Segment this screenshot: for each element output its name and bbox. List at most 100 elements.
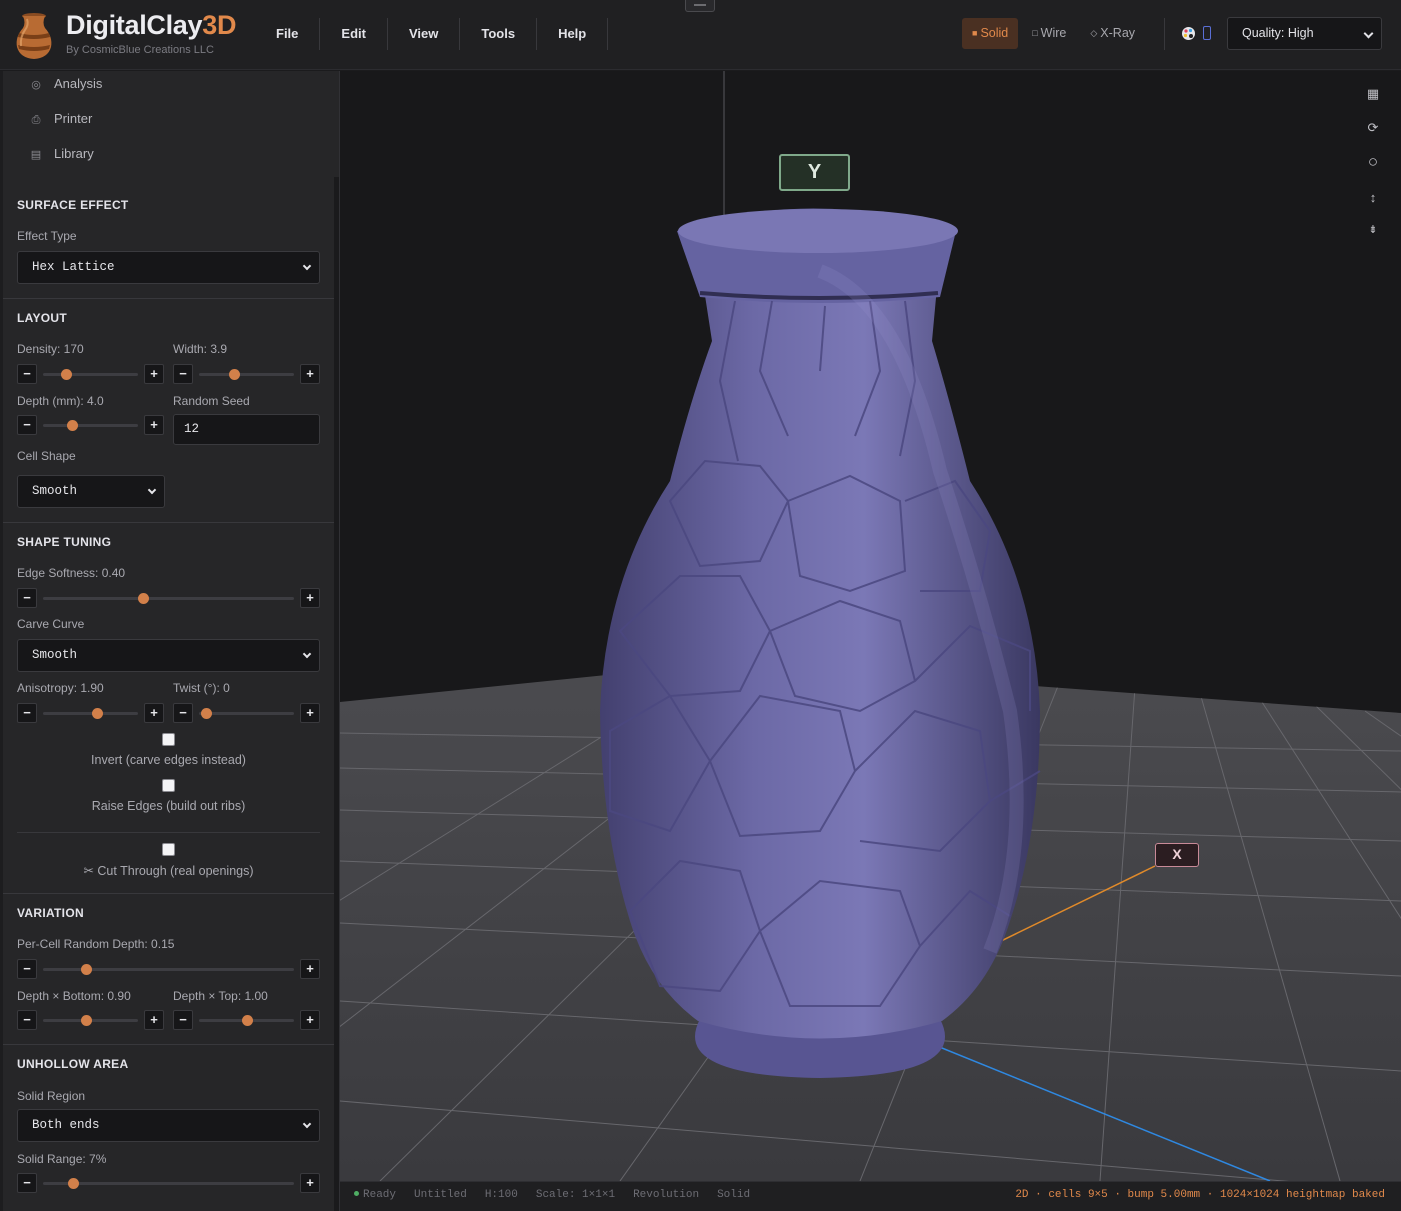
- slider-thumb[interactable]: [229, 369, 241, 380]
- nav-item-printer[interactable]: ⎙ Printer: [29, 107, 93, 131]
- slider-track[interactable]: [43, 373, 138, 376]
- 3d-viewport[interactable]: Y X ▦ ⟳ ○ ↕ ⇟: [340, 71, 1401, 1181]
- decrement-button[interactable]: −: [17, 959, 37, 979]
- slider-track[interactable]: [43, 712, 138, 715]
- view-mode-group: ■ Solid □ Wire ◇ X-Ray: [962, 18, 1145, 49]
- decrement-button[interactable]: −: [17, 1010, 37, 1030]
- slider-track[interactable]: [199, 712, 294, 715]
- decrement-button[interactable]: −: [173, 1010, 193, 1030]
- increment-button[interactable]: +: [144, 1010, 164, 1030]
- depth-label: Depth (mm): 4.0: [17, 394, 104, 408]
- anisotropy-stepper[interactable]: − +: [17, 703, 164, 723]
- menu-help[interactable]: Help: [536, 18, 609, 50]
- grid-toggle-icon[interactable]: ▦: [1364, 85, 1382, 103]
- random-seed-input[interactable]: 12: [173, 414, 320, 445]
- reset-rotation-icon[interactable]: ⟳: [1364, 119, 1382, 137]
- decrement-button[interactable]: −: [17, 588, 37, 608]
- raise-edges-label: Raise Edges (build out ribs): [91, 799, 246, 813]
- top-bar: DigitalClay3D By CosmicBlue Creations LL…: [0, 0, 1401, 70]
- diamond-outline-icon: ◇: [1090, 28, 1098, 38]
- carve-curve-select[interactable]: Smooth: [17, 639, 320, 672]
- scene-canvas[interactable]: [340, 71, 1401, 1181]
- depth-top-stepper[interactable]: − +: [173, 1010, 320, 1030]
- decrement-button[interactable]: −: [17, 415, 37, 435]
- slider-thumb[interactable]: [138, 593, 150, 604]
- slider-thumb[interactable]: [60, 369, 72, 380]
- toolbar-separator: [1164, 18, 1165, 50]
- invert-checkbox[interactable]: [162, 733, 175, 746]
- twist-label: Twist (°): 0: [173, 681, 230, 695]
- menu-bar: File Edit View Tools Help: [255, 18, 609, 50]
- status-right: 2D · cells 9×5 · bump 5.00mm · 1024×1024…: [1015, 1189, 1385, 1201]
- slider-thumb[interactable]: [200, 708, 212, 719]
- section-title: SHAPE TUNING: [17, 535, 112, 549]
- increment-button[interactable]: +: [144, 415, 164, 435]
- align-center-icon[interactable]: ⇟: [1364, 221, 1382, 239]
- solid-mode-button[interactable]: ■ Solid: [962, 18, 1019, 49]
- twist-stepper[interactable]: − +: [173, 703, 320, 723]
- increment-button[interactable]: +: [144, 364, 164, 384]
- quality-select[interactable]: Quality: High: [1227, 17, 1382, 50]
- slider-track[interactable]: [43, 1182, 294, 1185]
- vertical-fit-icon[interactable]: ↕: [1364, 189, 1382, 207]
- chevron-down-icon: [147, 485, 157, 495]
- slider-thumb[interactable]: [92, 708, 104, 719]
- width-label: Width: 3.9: [173, 342, 228, 356]
- increment-button[interactable]: +: [300, 364, 320, 384]
- chevron-down-icon: [1363, 28, 1374, 39]
- status-dot-icon: [354, 1191, 359, 1196]
- wire-mode-button[interactable]: □ Wire: [1022, 18, 1076, 49]
- slider-thumb[interactable]: [80, 1015, 92, 1026]
- cell-shape-select[interactable]: Smooth: [17, 475, 165, 508]
- nav-item-library[interactable]: ▤ Library: [29, 142, 94, 166]
- slider-track[interactable]: [43, 597, 294, 600]
- anisotropy-label: Anisotropy: 1.90: [17, 681, 104, 695]
- decrement-button[interactable]: −: [17, 703, 37, 723]
- depth-stepper[interactable]: − +: [17, 415, 164, 435]
- xray-mode-button[interactable]: ◇ X-Ray: [1080, 18, 1145, 49]
- effect-type-select[interactable]: Hex Lattice: [17, 251, 320, 284]
- increment-button[interactable]: +: [300, 1173, 320, 1193]
- cut-through-checkbox[interactable]: [162, 843, 175, 856]
- menu-file[interactable]: File: [255, 18, 319, 50]
- decrement-button[interactable]: −: [17, 364, 37, 384]
- increment-button[interactable]: +: [300, 959, 320, 979]
- decrement-button[interactable]: −: [173, 703, 193, 723]
- edge-softness-stepper[interactable]: − +: [17, 588, 320, 608]
- menu-view[interactable]: View: [386, 18, 459, 50]
- width-stepper[interactable]: − +: [173, 364, 320, 384]
- slider-thumb[interactable]: [241, 1015, 253, 1026]
- menu-edit[interactable]: Edit: [319, 18, 387, 50]
- raise-edges-checkbox[interactable]: [162, 779, 175, 792]
- filled-square-icon: ■: [972, 28, 978, 38]
- cell-shape-label: Cell Shape: [17, 449, 76, 463]
- sphere-view-icon[interactable]: ○: [1364, 153, 1382, 171]
- palette-icon[interactable]: [1181, 26, 1196, 41]
- slider-thumb[interactable]: [66, 420, 78, 431]
- density-stepper[interactable]: − +: [17, 364, 164, 384]
- increment-button[interactable]: +: [300, 588, 320, 608]
- window-grab-handle[interactable]: [685, 0, 715, 12]
- slider-track[interactable]: [43, 424, 138, 427]
- increment-button[interactable]: +: [300, 703, 320, 723]
- solid-range-stepper[interactable]: − +: [17, 1173, 320, 1193]
- depth-bottom-stepper[interactable]: − +: [17, 1010, 164, 1030]
- brand-subtitle: By CosmicBlue Creations LLC: [66, 44, 214, 56]
- chevron-down-icon: [302, 261, 312, 271]
- nav-item-analysis[interactable]: ◎ Analysis: [29, 72, 102, 96]
- effect-type-label: Effect Type: [17, 229, 77, 243]
- per-cell-depth-stepper[interactable]: − +: [17, 959, 320, 979]
- sidebar-scrollbar[interactable]: [334, 177, 339, 1211]
- decrement-button[interactable]: −: [173, 364, 193, 384]
- decrement-button[interactable]: −: [17, 1173, 37, 1193]
- solid-region-select[interactable]: Both ends: [17, 1109, 320, 1142]
- solid-region-label: Solid Region: [17, 1089, 86, 1103]
- increment-button[interactable]: +: [300, 1010, 320, 1030]
- slider-thumb[interactable]: [68, 1178, 80, 1189]
- variation-section: VARIATION Per-Cell Random Depth: 0.15 − +…: [3, 893, 334, 1044]
- menu-tools[interactable]: Tools: [459, 18, 536, 50]
- device-preview-icon[interactable]: [1203, 26, 1211, 40]
- increment-button[interactable]: +: [144, 703, 164, 723]
- slider-thumb[interactable]: [80, 964, 92, 975]
- slider-track[interactable]: [199, 373, 294, 376]
